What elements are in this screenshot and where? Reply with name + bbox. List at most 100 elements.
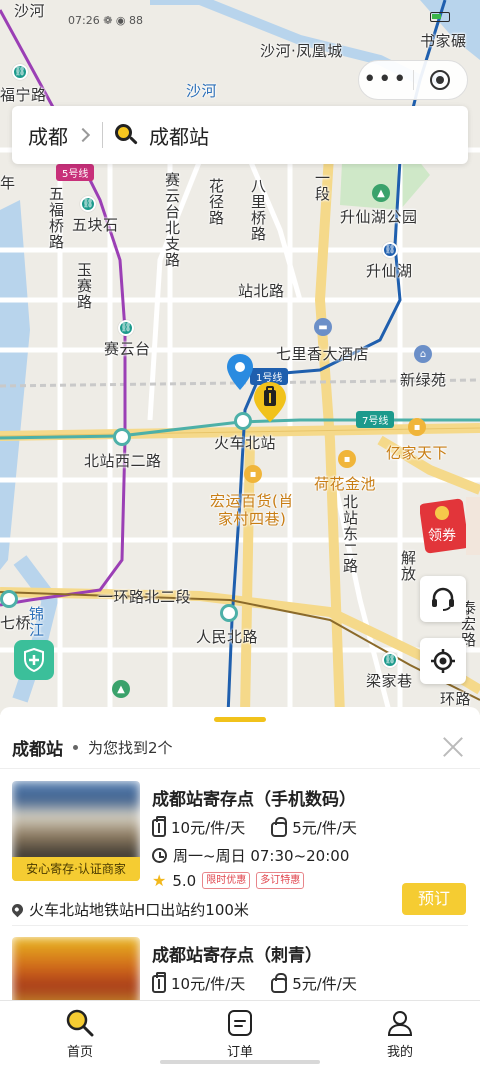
chevron-right-icon bbox=[75, 127, 91, 143]
map-label: 环路 bbox=[440, 690, 472, 708]
more-menu-button[interactable]: ••• bbox=[359, 69, 413, 91]
results-sheet: 成都站 为您找到2个 安心寄存·认证商家 成都站寄存点（手机数码） 10元/件/… bbox=[0, 707, 480, 1003]
map-label: 北站东二路 bbox=[341, 494, 359, 574]
close-circle-icon bbox=[430, 70, 451, 90]
store-address: 火车北站地铁站H口出站约100米 bbox=[29, 901, 249, 919]
tab-label: 首页 bbox=[66, 1045, 93, 1060]
map-label: 福宁路 bbox=[0, 86, 47, 104]
bag-icon bbox=[271, 972, 288, 993]
shop-icon: ▪ bbox=[244, 465, 262, 483]
shop-icon: ▪ bbox=[338, 450, 356, 468]
miniprogram-capsule: ••• bbox=[358, 60, 468, 100]
map-label: 亿家天下 bbox=[386, 444, 449, 462]
tab-label: 订单 bbox=[226, 1045, 253, 1060]
map-label: 八里桥路 bbox=[249, 178, 267, 242]
community-icon: ⌂ bbox=[414, 345, 432, 363]
tab-label: 我的 bbox=[386, 1045, 413, 1060]
map-label: 梁家巷 bbox=[366, 672, 413, 690]
store-name: 成都站寄存点（刺青） bbox=[152, 946, 322, 966]
storage-pin-icon[interactable] bbox=[254, 382, 286, 422]
location-icon bbox=[9, 901, 26, 918]
customer-service-button[interactable] bbox=[420, 576, 466, 622]
user-icon bbox=[387, 1011, 413, 1036]
city-selector[interactable]: 成都 bbox=[12, 121, 91, 150]
star-icon: ★ bbox=[152, 871, 167, 890]
tab-orders[interactable]: 订单 bbox=[160, 1001, 320, 1066]
bag-icon bbox=[271, 816, 288, 837]
search-icon bbox=[115, 124, 138, 146]
map-view[interactable]: 07:26 ❁ ◉ 88 沙河 沙河·凤凰城 沙河 福宁路 书家碾 年 五福桥路… bbox=[0, 0, 480, 715]
map-label: 花径路 bbox=[207, 178, 225, 226]
map-label: 新绿苑 bbox=[400, 371, 447, 389]
tab-bar: 首页 订单 我的 bbox=[0, 1000, 480, 1066]
city-label: 成都 bbox=[28, 124, 68, 149]
status-left: 07:26 ❁ ◉ 88 bbox=[68, 14, 144, 27]
close-miniprogram-button[interactable] bbox=[413, 70, 467, 90]
map-label: 家村四巷) bbox=[218, 510, 287, 528]
store-thumbnail: 安心寄存·认证商家 bbox=[12, 781, 140, 881]
hours-row: 周一~周日 07:30~20:00 bbox=[152, 845, 349, 866]
metro-line-badge: 5号线 bbox=[56, 164, 95, 181]
sheet-drag-handle[interactable] bbox=[214, 717, 266, 722]
shop-icon: ▪ bbox=[408, 418, 426, 436]
search-bar[interactable]: 成都 成都站 bbox=[12, 106, 468, 164]
rating-row: ★ 5.0 限时优惠 多订特惠 bbox=[152, 871, 305, 890]
battery-icon bbox=[430, 12, 450, 22]
close-icon[interactable] bbox=[442, 736, 464, 758]
shield-icon bbox=[24, 648, 44, 672]
luggage-icon bbox=[152, 971, 166, 993]
store-name: 成都站寄存点（手机数码） bbox=[152, 790, 356, 810]
map-label: 北站西二路 bbox=[84, 452, 162, 470]
home-indicator bbox=[160, 1060, 320, 1064]
transfer-station-icon bbox=[0, 590, 18, 608]
order-icon bbox=[228, 1010, 252, 1036]
tab-profile[interactable]: 我的 bbox=[320, 1001, 480, 1066]
crosshair-icon bbox=[431, 649, 455, 673]
metro-station-icon: ⛓ bbox=[382, 652, 398, 668]
metro-station-icon: ⛓ bbox=[118, 320, 134, 336]
locate-me-button[interactable] bbox=[420, 638, 466, 684]
rating-value: 5.0 bbox=[172, 871, 197, 890]
map-label: 火车北站 bbox=[214, 434, 277, 452]
park-icon: ▲ bbox=[112, 680, 130, 698]
metro-station-icon: ⛓ bbox=[80, 196, 96, 212]
search-input[interactable]: 成都站 bbox=[149, 121, 209, 150]
map-label: 荷花金池 bbox=[314, 475, 377, 493]
map-label: 升仙湖 bbox=[366, 262, 413, 280]
metro-station-icon: ⛓ bbox=[382, 242, 398, 258]
search-icon bbox=[66, 1009, 94, 1037]
map-label: 书家碾 bbox=[420, 32, 467, 50]
result-card[interactable]: 安心寄存·认证商家 成都站寄存点（手机数码） 10元/件/天 5元/件/天 周一… bbox=[0, 781, 480, 931]
promo-tag: 限时优惠 bbox=[202, 872, 251, 889]
map-label: 五块石 bbox=[72, 216, 119, 234]
map-label: 沙河·凤凰城 bbox=[260, 42, 343, 60]
map-label: 升仙湖公园 bbox=[340, 208, 418, 226]
safety-button[interactable] bbox=[14, 640, 54, 680]
luggage-icon bbox=[152, 815, 166, 837]
price-row: 10元/件/天 5元/件/天 bbox=[152, 971, 383, 994]
bag-price: 5元/件/天 bbox=[292, 975, 357, 993]
metro-line-badge: 7号线 bbox=[356, 411, 395, 428]
map-label: 一环路北二段 bbox=[98, 588, 192, 606]
opening-hours: 周一~周日 07:30~20:00 bbox=[173, 847, 350, 865]
address-row: 火车北站地铁站H口出站约100米 bbox=[9, 899, 249, 920]
transfer-station-icon bbox=[220, 604, 238, 622]
map-label: 一段 bbox=[313, 170, 331, 202]
location-pin-icon[interactable] bbox=[227, 354, 253, 390]
map-label: 站北路 bbox=[238, 282, 285, 300]
map-label: 玉赛路 bbox=[75, 262, 93, 310]
metro-station-icon: ⛓ bbox=[12, 64, 28, 80]
luggage-price: 10元/件/天 bbox=[171, 819, 246, 837]
map-label: 年 bbox=[0, 174, 16, 192]
hotel-icon: ▬ bbox=[314, 318, 332, 336]
tab-home[interactable]: 首页 bbox=[0, 1001, 160, 1066]
coupon-label: 领券 bbox=[428, 528, 456, 544]
transfer-station-icon bbox=[113, 428, 131, 446]
bag-price: 5元/件/天 bbox=[292, 819, 357, 837]
coupon-button[interactable]: 领券 bbox=[419, 497, 480, 555]
book-button[interactable]: 预订 bbox=[402, 883, 466, 915]
map-label: 七桥 bbox=[0, 614, 32, 632]
headset-icon bbox=[432, 587, 454, 611]
result-card[interactable]: 成都站寄存点（刺青） 10元/件/天 5元/件/天 bbox=[0, 937, 480, 1003]
price-row: 10元/件/天 5元/件/天 bbox=[152, 815, 383, 838]
